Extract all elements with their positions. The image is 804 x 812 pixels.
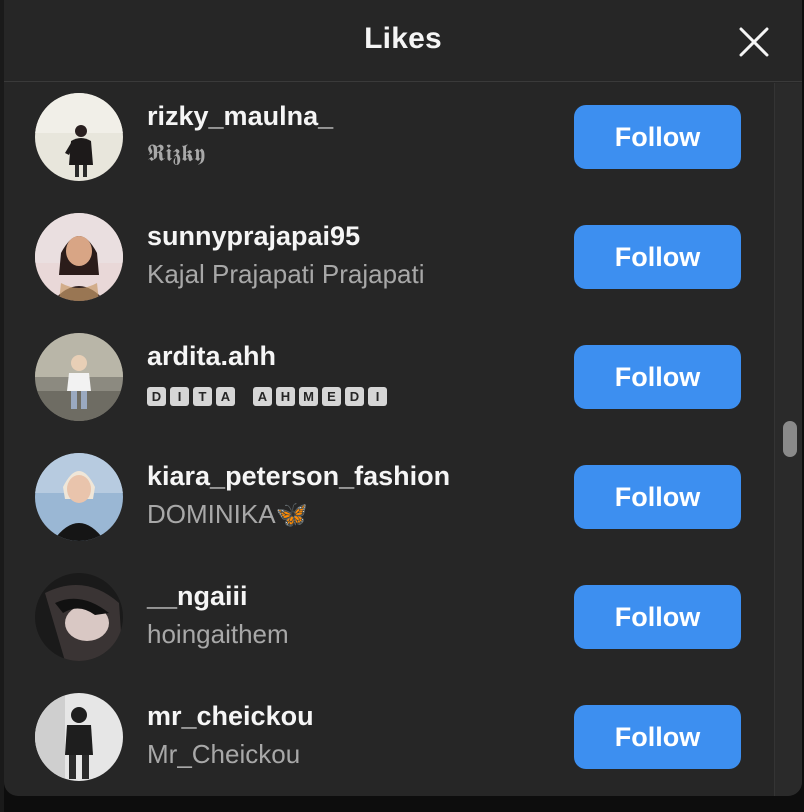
username[interactable]: sunnyprajapai95	[147, 221, 360, 252]
scrollbar-thumb[interactable]	[783, 421, 797, 457]
avatar-image	[35, 453, 123, 541]
close-button[interactable]	[734, 22, 774, 62]
avatar[interactable]	[35, 693, 123, 781]
avatar-image	[35, 213, 123, 301]
list-item: rizky_maulna_ 𝕽𝖎𝖟𝖐𝖞 Follow	[4, 83, 774, 203]
likes-list: rizky_maulna_ 𝕽𝖎𝖟𝖐𝖞 Follow sunnyprajapai…	[4, 83, 774, 796]
dialog-title: Likes	[364, 22, 442, 55]
username[interactable]: mr_cheickou	[147, 701, 314, 732]
username[interactable]: rizky_maulna_	[147, 101, 333, 132]
avatar-image	[35, 93, 123, 181]
close-icon	[739, 27, 769, 57]
username[interactable]: kiara_peterson_fashion	[147, 461, 450, 492]
username[interactable]: ardita.ahh	[147, 341, 276, 372]
avatar[interactable]	[35, 333, 123, 421]
scrollbar[interactable]	[774, 83, 802, 796]
avatar-image	[35, 573, 123, 661]
full-name: 𝕽𝖎𝖟𝖐𝖞	[147, 139, 206, 167]
boxed-letters: DITAAHMEDI	[147, 379, 391, 410]
list-item: sunnyprajapai95 Kajal Prajapati Prajapat…	[4, 203, 774, 323]
avatar[interactable]	[35, 213, 123, 301]
avatar-image	[35, 693, 123, 781]
full-name: Kajal Prajapati Prajapati	[147, 259, 425, 289]
list-item: ardita.ahh DITAAHMEDI Follow	[4, 323, 774, 443]
follow-button[interactable]: Follow	[574, 585, 741, 649]
list-item: mr_cheickou Mr_Cheickou Follow	[4, 683, 774, 796]
username[interactable]: __ngaiii	[147, 581, 248, 612]
follow-button[interactable]: Follow	[574, 345, 741, 409]
dialog-header: Likes	[4, 0, 802, 82]
follow-button[interactable]: Follow	[574, 705, 741, 769]
avatar[interactable]	[35, 453, 123, 541]
avatar[interactable]	[35, 93, 123, 181]
full-name: DOMINIKA🦋	[147, 499, 308, 529]
follow-button[interactable]: Follow	[574, 105, 741, 169]
follow-button[interactable]: Follow	[574, 465, 741, 529]
list-item: __ngaiii hoingaithem Follow	[4, 563, 774, 683]
full-name: Mr_Cheickou	[147, 739, 301, 769]
avatar-image	[35, 333, 123, 421]
likes-dialog: Likes rizky_maulna_ 𝕽𝖎𝖟𝖐𝖞 Follow sunnypr…	[4, 0, 802, 796]
list-item: kiara_peterson_fashion DOMINIKA🦋 Follow	[4, 443, 774, 563]
follow-button[interactable]: Follow	[574, 225, 741, 289]
full-name: DITAAHMEDI	[147, 379, 391, 410]
avatar[interactable]	[35, 573, 123, 661]
full-name: hoingaithem	[147, 619, 289, 649]
